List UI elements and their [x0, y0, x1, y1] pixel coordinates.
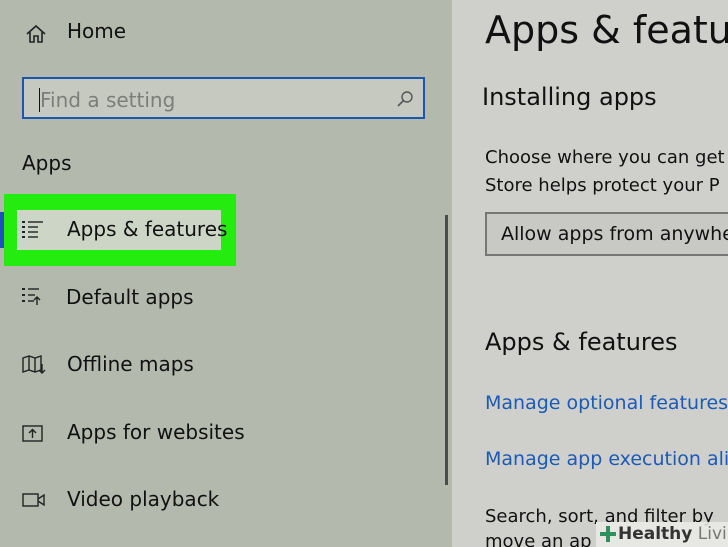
plus-icon — [599, 525, 617, 547]
sidebar-item-apps-for-websites[interactable]: Apps for websites — [67, 420, 245, 444]
page-title: Apps & feature — [485, 8, 728, 52]
sidebar-item-video-playback[interactable]: Video playback — [67, 487, 219, 511]
list-icon — [22, 220, 44, 240]
apps-features-heading: Apps & features — [485, 328, 678, 356]
search-icon[interactable] — [396, 90, 414, 108]
active-indicator — [0, 212, 4, 248]
open-in-icon — [22, 423, 44, 443]
section-title: Apps — [22, 151, 72, 175]
installing-description-line-2: Store helps protect your P — [485, 175, 720, 196]
video-icon — [22, 491, 46, 509]
search-input[interactable]: Find a setting — [22, 77, 425, 119]
manage-app-execution-aliases-link[interactable]: Manage app execution alia — [485, 448, 728, 470]
settings-sidebar: Home Find a setting Apps Apps & features… — [0, 0, 452, 547]
dropdown-value: Allow apps from anywhe — [501, 223, 728, 245]
manage-optional-features-link[interactable]: Manage optional features — [485, 392, 728, 414]
home-link[interactable]: Home — [67, 19, 126, 43]
sidebar-item-offline-maps[interactable]: Offline maps — [67, 352, 194, 376]
search-placeholder: Find a setting — [40, 88, 176, 112]
sidebar-scrollbar[interactable] — [445, 215, 448, 485]
search-description-line-2: move an ap — [485, 531, 592, 547]
default-apps-icon — [22, 287, 44, 307]
watermark: Healthy Living — [596, 522, 728, 547]
main-content: Apps & feature Installing apps Choose wh… — [452, 0, 728, 547]
installing-apps-heading: Installing apps — [482, 83, 657, 111]
map-icon — [22, 355, 46, 375]
watermark-text: Healthy Living — [618, 524, 728, 544]
app-source-dropdown[interactable]: Allow apps from anywhe — [485, 212, 728, 256]
installing-description-line-1: Choose where you can get — [485, 147, 725, 168]
sidebar-item-apps-features[interactable]: Apps & features — [67, 217, 227, 241]
sidebar-item-default-apps[interactable]: Default apps — [66, 285, 194, 309]
home-icon[interactable] — [25, 24, 47, 44]
